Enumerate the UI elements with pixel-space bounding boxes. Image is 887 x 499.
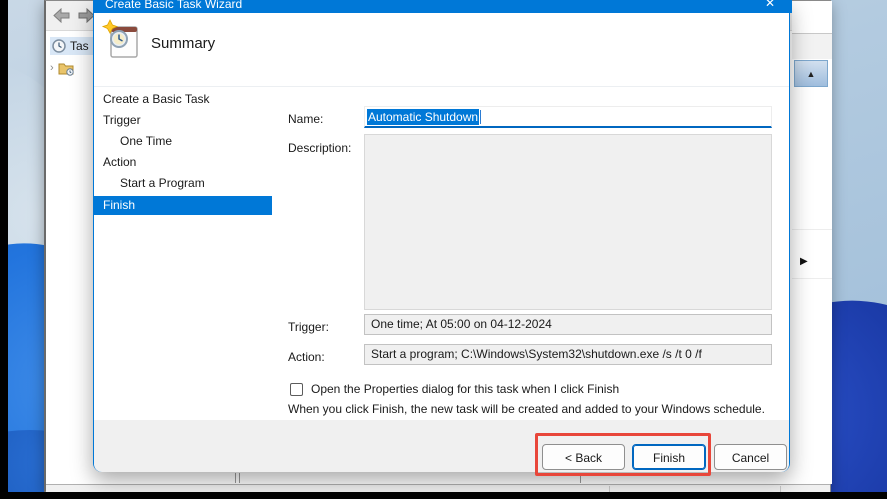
back-arrow-icon[interactable] [52, 8, 71, 23]
wizard-header: Summary [94, 13, 789, 87]
column-splitter[interactable] [235, 473, 236, 483]
dialog-title: Create Basic Task Wizard [105, 0, 242, 11]
description-textarea[interactable] [364, 134, 772, 310]
name-selected-text: Automatic Shutdown [367, 109, 479, 125]
wizard-footer: < Back Finish Cancel [94, 420, 789, 472]
pane-divider [792, 229, 832, 230]
close-icon[interactable]: ✕ [765, 0, 775, 10]
wizard-step-start-a-program: Start a Program [94, 174, 272, 193]
column-splitter[interactable] [580, 473, 581, 483]
wizard-step-trigger: Trigger [94, 111, 272, 130]
tree-item-label: Tas [70, 39, 89, 53]
text-caret [480, 110, 481, 124]
wizard-step-action: Action [94, 153, 272, 172]
wizard-step-one-time: One Time [94, 132, 272, 151]
action-field[interactable]: Start a program; C:\Windows\System32\shu… [364, 344, 772, 365]
scroll-up-icon: ▲ [807, 69, 816, 79]
wizard-step-finish-selected: Finish [94, 196, 272, 215]
pane-divider [792, 278, 832, 279]
folder-clock-icon [58, 61, 75, 76]
wizard-page-title: Summary [151, 35, 215, 52]
open-properties-checkbox[interactable] [290, 383, 303, 396]
dialog-title-bar[interactable]: Create Basic Task Wizard ✕ [93, 0, 792, 13]
wizard-step-create-basic-task: Create a Basic Task [94, 90, 272, 109]
tree-expander-icon[interactable]: › [50, 62, 54, 74]
description-label: Description: [288, 141, 351, 155]
expand-arrow-icon[interactable]: ▶ [800, 256, 808, 267]
finish-button[interactable]: Finish [632, 444, 706, 470]
finish-info-text: When you click Finish, the new task will… [288, 402, 765, 416]
actions-pane: ▲ ▶ [792, 1, 832, 484]
screen-edge [0, 0, 8, 499]
tree-item-task-scheduler[interactable]: Tas [50, 37, 96, 55]
action-label: Action: [288, 350, 325, 364]
column-splitter[interactable] [239, 473, 240, 483]
trigger-label: Trigger: [288, 320, 329, 334]
pane-header-band [792, 34, 832, 59]
taskbar-strip [0, 492, 887, 499]
name-input[interactable]: Automatic Shutdown [364, 106, 772, 128]
open-properties-checkbox-label: Open the Properties dialog for this task… [311, 382, 619, 396]
trigger-field[interactable]: One time; At 05:00 on 04-12-2024 [364, 314, 772, 335]
screenshot-stage: Tas › ▲ ▶ [0, 0, 887, 499]
cancel-button[interactable]: Cancel [714, 444, 787, 470]
tree-item-library[interactable]: › [50, 59, 96, 77]
task-wizard-icon [102, 19, 142, 63]
name-label: Name: [288, 112, 323, 126]
scroll-up-button[interactable]: ▲ [794, 60, 828, 87]
create-basic-task-wizard-dialog: Create Basic Task Wizard ✕ Summary Creat… [93, 0, 790, 472]
clock-icon [52, 39, 66, 53]
window-bottom-row [46, 473, 830, 484]
back-button[interactable]: < Back [542, 444, 625, 470]
